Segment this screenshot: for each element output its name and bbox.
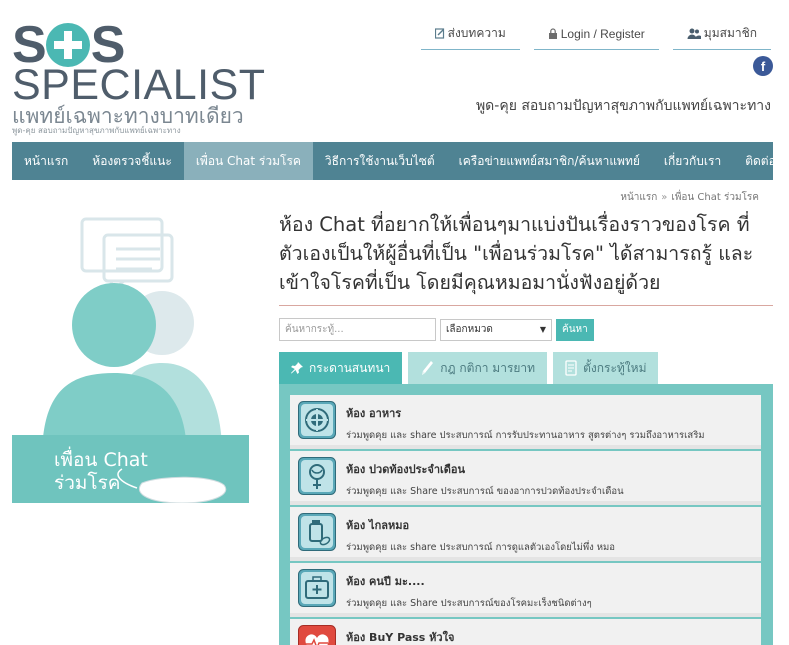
nav-item-home[interactable]: หน้าแรก [12,142,80,180]
top-links: ส่งบทความ Login / Register มุมสมาชิก [420,22,771,50]
page-title: ห้อง Chat ที่อยากให้เพื่อนๆมาแบ่งปันเรื่… [279,210,773,306]
submit-article-label: ส่งบทความ [447,26,506,40]
speech-bubble-icon [80,217,174,300]
edit-icon [434,28,444,39]
room-description: ร่วมพูดคุย และ Share ประสบการณ์ ของอาการ… [346,486,624,497]
nav-item-chat-friends[interactable]: เพื่อน Chat ร่วมโรค [183,142,313,180]
tab-discussion-board[interactable]: กระดานสนทนา [279,352,403,384]
pencil-icon [422,361,434,375]
chat-friends-banner: เพื่อน Chat ร่วมโรค [12,213,249,503]
room-name[interactable]: ห้อง BuY Pass หัวใจ [346,628,454,645]
site-logo[interactable]: S S SPECIALIST แพทย์เฉพาะทางบาทเดียว พูด… [12,14,265,144]
room-name[interactable]: ห้อง อาหาร [346,404,705,422]
nav-item-exam-room[interactable]: ห้องตรวจชี้แนะ [80,142,184,180]
breadcrumb-home-link[interactable]: หน้าแรก [620,192,657,203]
banner-line-1: เพื่อน Chat [54,449,148,471]
list-item[interactable]: ห้อง ปวดท้องประจำเดือน ร่วมพูดคุย และ Sh… [290,451,761,505]
breadcrumb-current: เพื่อน Chat ร่วมโรค [671,192,759,203]
login-register-link[interactable]: Login / Register [533,22,659,50]
banner-line-2: ร่วมโรค [54,472,121,494]
tab-rules[interactable]: กฎ กติกา มารยาท [408,352,548,384]
document-icon [565,360,577,376]
room-text: ห้อง คนปี มะ.... ร่วมพูดคุย และ Share ปร… [346,569,592,611]
room-text: ห้อง อาหาร ร่วมพูดคุย และ share ประสบการ… [346,401,705,443]
medicine-bottle-icon [298,513,336,551]
category-select[interactable]: เลือกหมวด ▼ [440,318,552,341]
list-item[interactable]: ห้อง BuY Pass หัวใจ [290,619,761,645]
nav-item-contact[interactable]: ติดต่อเรา [733,142,789,180]
facebook-icon[interactable]: f [753,56,773,76]
search-input[interactable] [279,318,436,341]
member-corner-label: มุมสมาชิก [703,26,757,40]
list-item[interactable]: ห้อง อาหาร ร่วมพูดคุย และ share ประสบการ… [290,395,761,449]
room-description: ร่วมพูดคุย และ share ประสบการณ์ การดูแลต… [346,542,616,553]
login-register-label: Login / Register [560,26,645,41]
main-nav: หน้าแรก ห้องตรวจชี้แนะ เพื่อน Chat ร่วมโ… [12,142,789,180]
breadcrumb-separator: » [661,192,668,203]
site-tagline: พูด-คุย สอบถามปัญหาสุขภาพกับแพทย์เฉพาะทา… [475,98,771,114]
list-item[interactable]: ห้อง คนปี มะ.... ร่วมพูดคุย และ Share ปร… [290,563,761,617]
room-description: ร่วมพูดคุย และ Share ประสบการณ์ของโรคมะเ… [346,598,592,609]
person-head-front [72,283,156,367]
pin-icon [291,362,303,374]
member-corner-link[interactable]: มุมสมาชิก [672,22,771,50]
nav-item-how-to-use[interactable]: วิธีการใช้งานเว็บไซต์ [313,142,447,180]
chat-rooms-list: ห้อง อาหาร ร่วมพูดคุย และ share ประสบการ… [279,384,773,645]
room-text: ห้อง ไกลหมอ ร่วมพูดคุย และ share ประสบกา… [346,513,615,555]
room-name[interactable]: ห้อง คนปี มะ.... [346,572,592,590]
search-button[interactable]: ค้นหา [556,318,594,341]
submit-article-link[interactable]: ส่งบทความ [420,22,520,50]
search-bar: เลือกหมวด ▼ ค้นหา [279,318,594,341]
room-text: ห้อง ปวดท้องประจำเดือน ร่วมพูดคุย และ Sh… [346,457,624,499]
breadcrumb: หน้าแรก » เพื่อน Chat ร่วมโรค [620,190,759,205]
logo-tagline: พูด-คุย สอบถามปัญหาสุขภาพกับแพทย์เฉพาะทา… [12,126,181,135]
food-icon [298,401,336,439]
lock-icon [548,28,557,39]
room-name[interactable]: ห้อง ไกลหมอ [346,516,615,534]
chevron-down-icon: ▼ [539,325,546,334]
heart-monitor-icon [298,625,336,645]
users-icon [687,28,701,39]
category-selected-value: เลือกหมวด [446,324,493,335]
nav-item-about[interactable]: เกี่ยวกับเรา [652,142,733,180]
board-tabs: กระดานสนทนา กฎ กติกา มารยาท ตั้งกระทู้ให… [279,352,659,384]
tab-new-topic-label: ตั้งกระทู้ใหม่ [583,360,647,375]
room-text: ห้อง BuY Pass หัวใจ [346,625,454,645]
tab-rules-label: กฎ กติกา มารยาท [440,360,536,375]
list-item[interactable]: ห้อง ไกลหมอ ร่วมพูดคุย และ share ประสบกา… [290,507,761,561]
tab-new-topic[interactable]: ตั้งกระทู้ใหม่ [553,352,659,384]
female-icon [298,457,336,495]
tab-discussion-board-label: กระดานสนทนา [309,360,391,375]
nav-item-doctor-network[interactable]: เครือข่ายแพทย์สมาชิก/ค้นหาแพทย์ [447,142,652,180]
room-name[interactable]: ห้อง ปวดท้องประจำเดือน [346,460,624,478]
first-aid-icon [298,569,336,607]
room-description: ร่วมพูดคุย และ share ประสบการณ์ การรับปร… [346,430,705,441]
banner-text: เพื่อน Chat ร่วมโรค [54,449,148,495]
